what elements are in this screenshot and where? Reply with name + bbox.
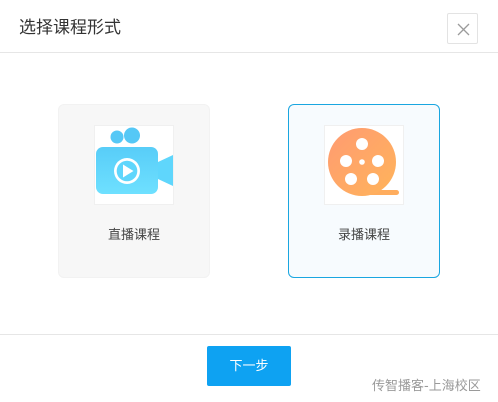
close-icon xyxy=(457,23,470,36)
recorded-course-option[interactable]: 录播课程 xyxy=(288,104,440,278)
dialog-header: 选择课程形式 xyxy=(0,0,498,53)
recorded-course-icon-frame xyxy=(324,125,404,205)
live-video-camera-icon xyxy=(96,127,173,194)
live-course-icon-frame xyxy=(94,125,174,205)
live-course-label: 直播课程 xyxy=(107,228,160,243)
dialog-title: 选择课程形式 xyxy=(19,18,121,38)
dialog-footer: 下一步 传智播客-上海校区 xyxy=(0,334,498,402)
film-reel-icon xyxy=(328,128,399,196)
next-step-button[interactable]: 下一步 xyxy=(207,346,291,386)
watermark-text: 传智播客-上海校区 xyxy=(372,379,481,394)
course-type-dialog: 选择课程形式 直播课程 录播课程 下一步 传智播客-上海校区 xyxy=(0,0,498,402)
close-button[interactable] xyxy=(447,13,478,44)
live-course-option[interactable]: 直播课程 xyxy=(58,104,210,278)
recorded-course-label: 录播课程 xyxy=(337,228,390,243)
